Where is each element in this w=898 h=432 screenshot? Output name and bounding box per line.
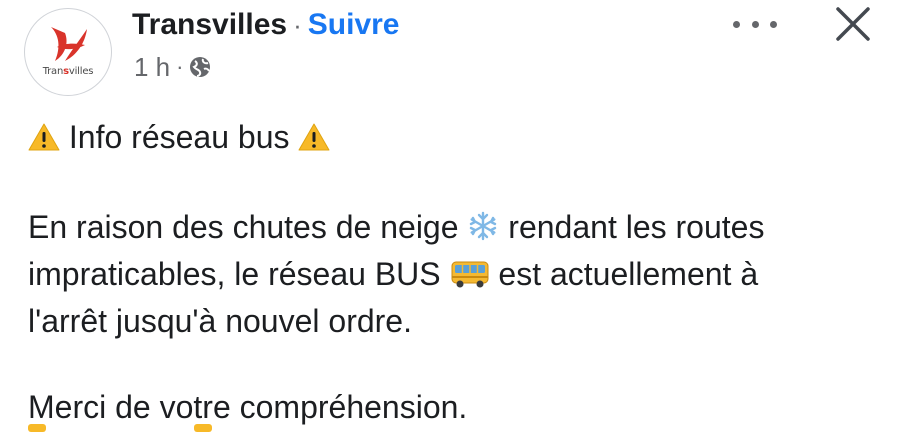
globe-icon[interactable]	[189, 56, 211, 78]
warning-icon	[298, 120, 330, 163]
snowflake-icon	[467, 210, 499, 253]
avatar-brand-text: Transvilles	[42, 66, 94, 77]
post-timestamp[interactable]: 1 h	[134, 52, 170, 83]
post-title-line: Info réseau bus	[28, 116, 878, 163]
post-paragraph-2: Merci de votre compréhension.	[28, 389, 468, 425]
transvilles-logo-icon	[51, 27, 87, 61]
bus-icon	[450, 257, 490, 300]
meta-separator: ·	[176, 54, 184, 79]
facebook-post: Transvilles Transvilles · Suivre 1 h · I…	[0, 0, 898, 432]
header-separator: ·	[293, 9, 302, 40]
follow-button[interactable]: Suivre	[308, 8, 400, 42]
avatar[interactable]: Transvilles	[24, 8, 112, 96]
post-header: Transvilles · Suivre	[132, 3, 400, 47]
post-title: Info réseau bus	[68, 119, 290, 155]
warning-icon	[28, 120, 60, 163]
more-options-icon[interactable]	[733, 12, 777, 36]
page-name-link[interactable]: Transvilles	[132, 8, 287, 42]
post-text: Info réseau bus En raison des chutes de …	[28, 116, 878, 429]
cut-off-emoji-row	[28, 424, 212, 432]
close-icon[interactable]	[833, 4, 873, 44]
post-paragraph-1: En raison des chutes de neige rendant le…	[28, 209, 765, 339]
post-meta: 1 h ·	[134, 50, 211, 84]
